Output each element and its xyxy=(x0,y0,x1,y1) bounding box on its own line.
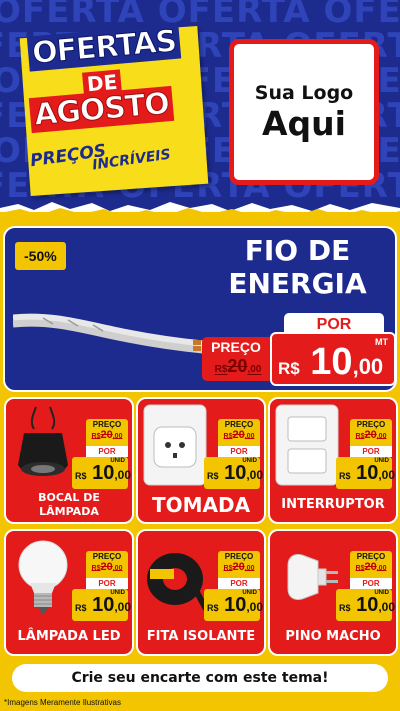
price-tag: PREÇO R$20,00 POR UNID R$ 10,00 xyxy=(336,551,395,621)
plug-icon xyxy=(287,554,338,600)
insulating-tape-icon xyxy=(147,553,208,611)
product-card-lampada-led[interactable]: PREÇO R$20,00 POR UNID R$ 10,00 LÂMPADA LE… xyxy=(4,529,134,656)
light-switch-icon xyxy=(275,404,339,486)
create-flyer-button[interactable]: Crie seu encarte com este tema! xyxy=(12,664,388,692)
lamp-socket-icon xyxy=(18,406,68,476)
torn-paper-edge xyxy=(0,202,400,212)
product-name: FITA ISOLANTE xyxy=(146,629,256,644)
featured-title: FIO DE ENERGIA xyxy=(228,234,367,300)
logo-text-line2: Aqui xyxy=(262,103,346,143)
power-outlet-icon xyxy=(143,404,207,486)
product-name: TOMADA xyxy=(151,493,251,517)
logo-text-line1: Sua Logo xyxy=(254,81,354,104)
featured-product-card[interactable]: -50% FIO DE ENERGIA POR PREÇO R$20,00 MT… xyxy=(3,226,397,392)
discount-badge: -50% xyxy=(15,242,66,270)
price-tag: PREÇO R$20,00 POR UNID R$ 10,00 xyxy=(336,419,395,489)
price-tag: PREÇO R$20,00 POR UNID R$ 10,00 xyxy=(72,551,131,621)
price-tag: PREÇO R$20,00 POR UNID R$ 10,00 xyxy=(204,419,263,489)
logo-placeholder[interactable]: Sua Logo Aqui xyxy=(229,39,379,185)
featured-price: MT R$ 10,00 xyxy=(270,332,395,386)
product-name: LÂMPADA LED xyxy=(17,629,121,644)
energy-wire-icon xyxy=(13,313,204,354)
image-disclaimer: *Imagens Meramente Ilustrativas xyxy=(4,698,121,707)
header-banner: OFERTA OFERTA OFERTA OFERTA OFERTA OFERT… xyxy=(0,0,400,212)
price-tag: PREÇO R$20,00 POR UNID R$ 10,00 xyxy=(72,419,131,489)
product-name: INTERRUPTOR xyxy=(281,497,385,512)
product-card-interruptor[interactable]: PREÇO R$20,00 POR UNID R$ 10,00 INTERRUPTO… xyxy=(268,397,398,524)
price-tag: PREÇO R$20,00 POR UNID R$ 10,00 xyxy=(204,551,263,621)
led-bulb-icon xyxy=(18,540,68,613)
product-name: PINO MACHO xyxy=(285,629,381,644)
product-card-fita-isolante[interactable]: PREÇO R$20,00 POR UNID R$ 10,00 FITA ISOLA… xyxy=(136,529,266,656)
product-card-bocal[interactable]: PREÇO R$20,00 POR UNID R$ 10,00 BOCAL DE L… xyxy=(4,397,134,524)
product-card-tomada[interactable]: PREÇO R$20,00 POR UNID R$ 10,00 TOMADA xyxy=(136,397,266,524)
old-price-tag: PREÇO R$20,00 xyxy=(202,337,270,381)
product-name: BOCAL DE LÂMPADA xyxy=(38,491,100,518)
product-card-pino-macho[interactable]: PREÇO R$20,00 POR UNID R$ 10,00 PINO MACHO xyxy=(268,529,398,656)
